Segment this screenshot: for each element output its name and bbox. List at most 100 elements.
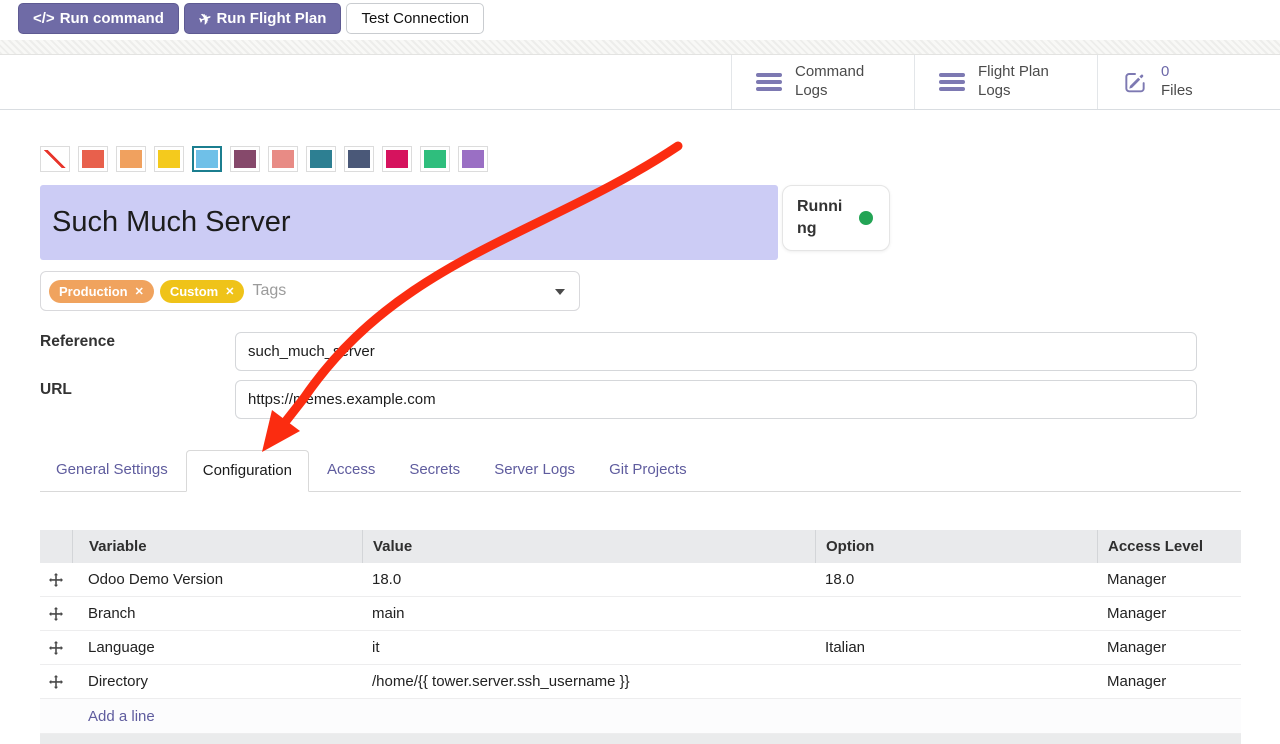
reference-input[interactable]: such_much_server	[235, 332, 1197, 371]
code-icon: </>	[33, 10, 55, 27]
color-swatch-7[interactable]	[306, 146, 336, 172]
cell-variable: Directory	[72, 673, 362, 690]
cell-option: 18.0	[815, 571, 1097, 588]
reference-value: such_much_server	[248, 343, 375, 360]
tab-general-settings[interactable]: General Settings	[40, 450, 184, 490]
color-swatch-5[interactable]	[230, 146, 260, 172]
cell-access: Manager	[1097, 605, 1241, 622]
action-toolbar: </> Run command ✈ Run Flight Plan Test C…	[18, 3, 484, 34]
url-value: https://memes.example.com	[248, 391, 436, 408]
drag-handle-icon[interactable]	[40, 607, 72, 621]
tab-server-logs[interactable]: Server Logs	[478, 450, 591, 490]
tab-secrets[interactable]: Secrets	[393, 450, 476, 490]
command-logs-label: Command Logs	[795, 63, 887, 101]
tag-custom[interactable]: Custom ✕	[160, 280, 245, 303]
swatch-fill	[424, 150, 446, 168]
status-label: Running	[797, 196, 849, 239]
remove-tag-icon[interactable]: ✕	[135, 285, 144, 298]
swatch-fill	[196, 150, 218, 168]
server-name-text: Such Much Server	[52, 206, 291, 239]
stat-buttons: Command Logs Flight Plan Logs 0 Files	[731, 55, 1280, 109]
menu-icon	[939, 73, 965, 91]
tag-production[interactable]: Production ✕	[49, 280, 154, 303]
cell-access: Manager	[1097, 571, 1241, 588]
run-command-label: Run command	[60, 10, 164, 27]
col-option: Option	[815, 530, 1097, 563]
swatch-fill	[386, 150, 408, 168]
drag-handle-icon[interactable]	[40, 675, 72, 689]
table-row[interactable]: Language it Italian Manager	[40, 631, 1241, 665]
test-connection-label: Test Connection	[361, 10, 469, 27]
files-stat-button[interactable]: 0 Files	[1097, 55, 1280, 109]
handle-column-header	[40, 530, 72, 563]
tab-configuration[interactable]: Configuration	[186, 450, 309, 492]
status-badge[interactable]: Running	[782, 185, 890, 251]
cell-option: Italian	[815, 639, 1097, 656]
status-dot-icon	[859, 211, 873, 225]
col-access-level: Access Level	[1097, 530, 1241, 563]
url-input[interactable]: https://memes.example.com	[235, 380, 1197, 419]
tag-production-label: Production	[59, 284, 128, 299]
cell-value: /home/{{ tower.server.ssh_username }}	[362, 673, 815, 690]
color-swatch-0[interactable]	[40, 146, 70, 172]
color-swatch-6[interactable]	[268, 146, 298, 172]
command-logs-stat-button[interactable]: Command Logs	[731, 55, 914, 109]
color-swatch-2[interactable]	[116, 146, 146, 172]
table-row[interactable]: Odoo Demo Version 18.0 18.0 Manager	[40, 563, 1241, 597]
flight-plan-logs-label: Flight Plan Logs	[978, 63, 1070, 101]
swatch-fill	[82, 150, 104, 168]
color-swatch-8[interactable]	[344, 146, 374, 172]
color-swatch-10[interactable]	[420, 146, 450, 172]
files-label: Files	[1161, 82, 1193, 99]
drag-handle-icon[interactable]	[40, 641, 72, 655]
swatch-fill	[158, 150, 180, 168]
tag-custom-label: Custom	[170, 284, 218, 299]
swatch-fill	[234, 150, 256, 168]
swatch-fill	[462, 150, 484, 168]
server-name-field[interactable]: Such Much Server	[40, 185, 778, 260]
config-variables-table: Variable Value Option Access Level Odoo …	[40, 530, 1241, 744]
tab-access[interactable]: Access	[311, 450, 391, 490]
color-swatch-11[interactable]	[458, 146, 488, 172]
run-command-button[interactable]: </> Run command	[18, 3, 179, 34]
color-swatch-4[interactable]	[192, 146, 222, 172]
cell-variable: Language	[72, 639, 362, 656]
color-palette	[40, 146, 488, 172]
table-row[interactable]: Branch main Manager	[40, 597, 1241, 631]
notebook-tabs: General Settings Configuration Access Se…	[40, 450, 1241, 492]
cell-access: Manager	[1097, 639, 1241, 656]
col-variable: Variable	[72, 530, 362, 563]
color-swatch-9[interactable]	[382, 146, 412, 172]
color-swatch-1[interactable]	[78, 146, 108, 172]
no-color-icon	[44, 150, 66, 168]
add-a-line-row: Add a line	[40, 699, 1241, 734]
test-connection-button[interactable]: Test Connection	[346, 3, 484, 34]
run-flight-plan-button[interactable]: ✈ Run Flight Plan	[184, 3, 342, 34]
files-count: 0	[1161, 63, 1169, 80]
tags-input[interactable]: Production ✕ Custom ✕ Tags	[40, 271, 580, 311]
flight-plan-logs-stat-button[interactable]: Flight Plan Logs	[914, 55, 1097, 109]
swatch-fill	[272, 150, 294, 168]
url-label: URL	[40, 381, 72, 399]
drag-handle-icon[interactable]	[40, 573, 72, 587]
swatch-fill	[120, 150, 142, 168]
cell-access: Manager	[1097, 673, 1241, 690]
swatch-fill	[310, 150, 332, 168]
form-header: Command Logs Flight Plan Logs 0 Files	[0, 55, 1280, 110]
swatch-fill	[348, 150, 370, 168]
edit-icon	[1122, 69, 1148, 95]
color-swatch-3[interactable]	[154, 146, 184, 172]
menu-icon	[756, 73, 782, 91]
run-flight-plan-label: Run Flight Plan	[216, 10, 326, 27]
cell-value: it	[362, 639, 815, 656]
reference-label: Reference	[40, 333, 115, 351]
tab-git-projects[interactable]: Git Projects	[593, 450, 703, 490]
table-row[interactable]: Directory /home/{{ tower.server.ssh_user…	[40, 665, 1241, 699]
col-value: Value	[362, 530, 815, 563]
chevron-down-icon[interactable]	[555, 289, 565, 295]
remove-tag-icon[interactable]: ✕	[225, 285, 234, 298]
add-a-line-link[interactable]: Add a line	[40, 708, 155, 725]
table-header-row: Variable Value Option Access Level	[40, 530, 1241, 563]
hatched-divider	[0, 40, 1280, 55]
tags-placeholder: Tags	[252, 282, 286, 300]
